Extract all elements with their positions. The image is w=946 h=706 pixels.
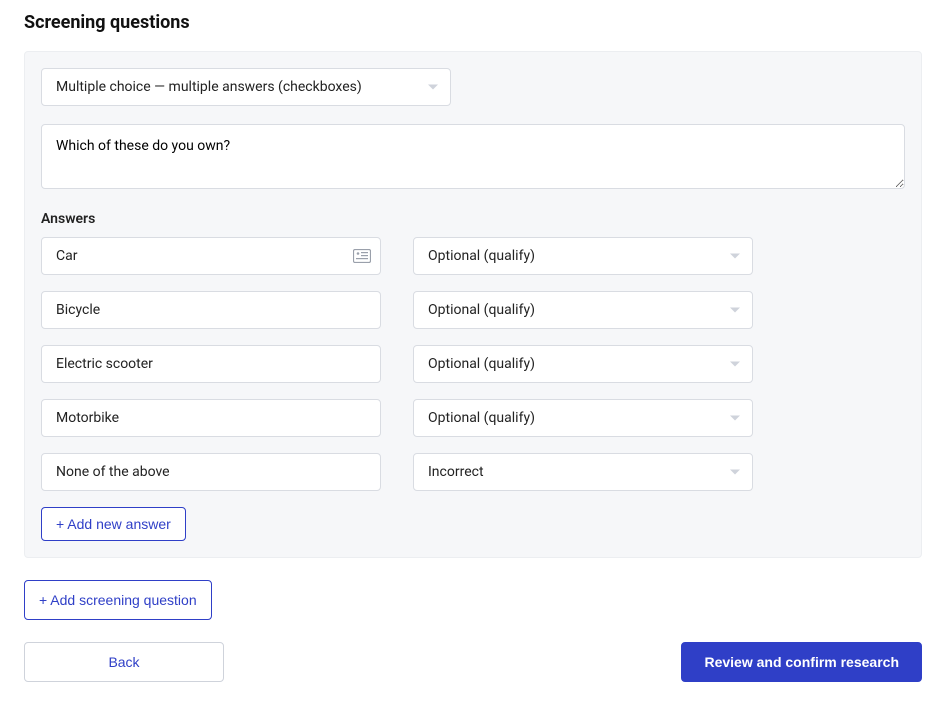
qualify-label: Optional (qualify): [428, 302, 535, 318]
page-title: Screening questions: [24, 12, 922, 33]
qualify-select[interactable]: Optional (qualify): [413, 237, 753, 275]
chevron-down-icon: [730, 470, 740, 475]
answer-text-input[interactable]: [41, 399, 381, 437]
question-type-select[interactable]: Multiple choice — multiple answers (chec…: [41, 68, 451, 106]
answer-input-wrap: [41, 291, 381, 329]
question-text-input[interactable]: [41, 124, 905, 189]
answer-text-input[interactable]: [41, 345, 381, 383]
add-screening-question-button[interactable]: + Add screening question: [24, 580, 212, 620]
answer-text-input[interactable]: [41, 237, 381, 275]
review-confirm-button[interactable]: Review and confirm research: [681, 642, 922, 682]
answers-heading: Answers: [41, 211, 905, 227]
answer-row: Incorrect: [41, 453, 905, 491]
question-panel: Multiple choice — multiple answers (chec…: [24, 51, 922, 558]
chevron-down-icon: [730, 308, 740, 313]
media-icon[interactable]: [353, 249, 371, 263]
qualify-label: Optional (qualify): [428, 356, 535, 372]
qualify-select[interactable]: Optional (qualify): [413, 291, 753, 329]
answer-row: Optional (qualify): [41, 237, 905, 275]
add-answer-button[interactable]: + Add new answer: [41, 507, 186, 541]
answer-row: Optional (qualify): [41, 291, 905, 329]
qualify-label: Optional (qualify): [428, 410, 535, 426]
answer-text-input[interactable]: [41, 291, 381, 329]
footer-actions: Back Review and confirm research: [24, 642, 922, 682]
qualify-label: Optional (qualify): [428, 248, 535, 264]
qualify-label: Incorrect: [428, 464, 484, 480]
chevron-down-icon: [730, 254, 740, 259]
qualify-select[interactable]: Optional (qualify): [413, 399, 753, 437]
chevron-down-icon: [428, 85, 438, 90]
question-type-label: Multiple choice — multiple answers (chec…: [56, 79, 362, 95]
chevron-down-icon: [730, 362, 740, 367]
qualify-select[interactable]: Incorrect: [413, 453, 753, 491]
back-button[interactable]: Back: [24, 642, 224, 682]
answer-input-wrap: [41, 453, 381, 491]
qualify-select[interactable]: Optional (qualify): [413, 345, 753, 383]
answer-text-input[interactable]: [41, 453, 381, 491]
answer-input-wrap: [41, 345, 381, 383]
answer-input-wrap: [41, 237, 381, 275]
answer-row: Optional (qualify): [41, 399, 905, 437]
chevron-down-icon: [730, 416, 740, 421]
answer-input-wrap: [41, 399, 381, 437]
answer-row: Optional (qualify): [41, 345, 905, 383]
